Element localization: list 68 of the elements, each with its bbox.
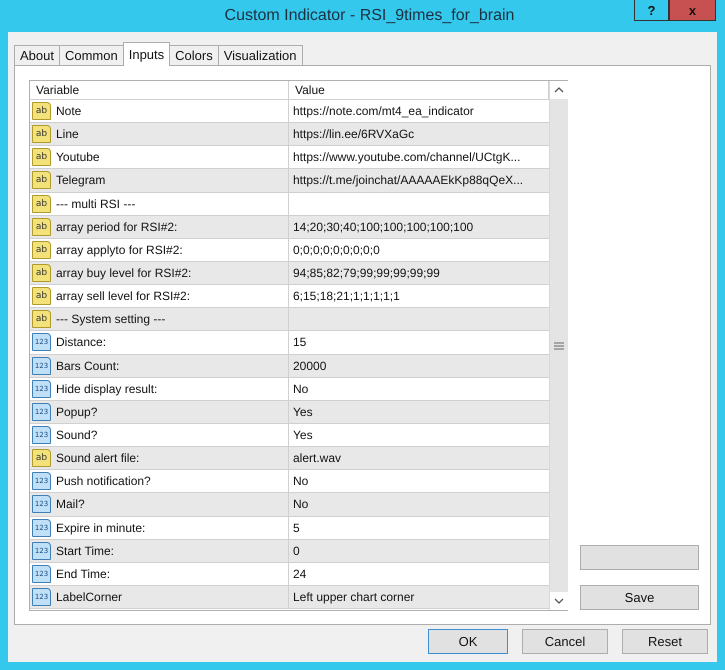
variable-name: array buy level for RSI#2: xyxy=(56,266,192,280)
help-button[interactable]: ? xyxy=(634,0,669,21)
variable-name: --- multi RSI --- xyxy=(56,196,136,211)
column-header[interactable]: Variable xyxy=(30,81,289,99)
text-type-icon: ab xyxy=(32,125,51,144)
variable-name: Bars Count: xyxy=(56,358,120,373)
value-cell[interactable]: 0;0;0;0;0;0;0;0;0 xyxy=(289,238,549,261)
text-type-icon: ab xyxy=(32,240,51,259)
text-type-icon: ab xyxy=(32,148,51,166)
variable-name: End Time: xyxy=(56,566,110,581)
value-cell[interactable]: No xyxy=(289,470,549,492)
variable-name: Start Time: xyxy=(56,544,114,558)
dialog-button[interactable]: OK xyxy=(428,629,508,654)
variable-name: Telegram xyxy=(56,173,106,188)
text-type-icon: ab xyxy=(32,171,51,190)
value-cell[interactable]: 6;15;18;21;1;1;1;1;1 xyxy=(289,285,549,308)
variable-name: LabelCorner xyxy=(56,590,122,604)
value-cell[interactable]: 14;20;30;40;100;100;100;100;100 xyxy=(289,216,549,238)
tab[interactable]: About xyxy=(14,45,60,66)
tab[interactable]: Visualization xyxy=(218,45,302,66)
variable-name: Mail? xyxy=(56,497,85,512)
variable-name: Push notification? xyxy=(56,474,151,488)
variable-name: Line xyxy=(56,127,79,142)
window-title: Custom Indicator - RSI_9times_for_brain xyxy=(224,7,514,25)
value-cell[interactable]: 5 xyxy=(289,516,549,539)
text-type-icon: ab xyxy=(32,102,51,120)
variable-name: Note xyxy=(56,104,82,118)
variable-name: Sound alert file: xyxy=(56,451,140,466)
text-type-icon: ab xyxy=(32,218,51,236)
variable-name: array period for RSI#2: xyxy=(56,220,178,234)
value-cell[interactable]: 24 xyxy=(289,562,549,585)
text-type-icon: ab xyxy=(32,449,51,468)
value-cell[interactable]: 0 xyxy=(289,540,549,562)
value-cell[interactable]: 20000 xyxy=(289,354,549,377)
variable-name: Youtube xyxy=(56,150,100,164)
value-cell[interactable]: Yes xyxy=(289,400,549,423)
value-cell[interactable]: alert.wav xyxy=(289,447,549,470)
variable-name: Popup? xyxy=(56,404,98,419)
value-cell[interactable]: https://t.me/joinchat/AAAAAEkKp88qQeX... xyxy=(289,169,549,192)
value-cell[interactable]: https://www.youtube.com/channel/UCtgK... xyxy=(289,146,549,168)
close-button[interactable]: x xyxy=(669,0,716,21)
variable-name: --- System setting --- xyxy=(56,312,166,326)
variable-name: array sell level for RSI#2: xyxy=(56,289,190,304)
text-type-icon: ab xyxy=(32,287,51,306)
grip-icon xyxy=(554,342,564,350)
value-cell[interactable]: No xyxy=(289,493,549,516)
scrollbar[interactable] xyxy=(549,81,568,610)
value-cell[interactable]: 15 xyxy=(289,331,549,354)
variable-name: Distance: xyxy=(56,335,106,350)
text-type-icon: ab xyxy=(32,310,51,328)
value-cell[interactable]: 94;85;82;79;99;99;99;99;99 xyxy=(289,262,549,284)
variable-name: array applyto for RSI#2: xyxy=(56,242,183,257)
value-cell[interactable]: No xyxy=(289,378,549,400)
dialog-button[interactable]: Cancel xyxy=(522,629,608,654)
text-type-icon: ab xyxy=(32,194,51,213)
value-cell[interactable]: https://lin.ee/6RVXaGc xyxy=(289,123,549,146)
text-type-icon: ab xyxy=(32,264,51,282)
save-button[interactable]: Save xyxy=(580,585,699,610)
dialog-button[interactable]: Reset xyxy=(622,629,708,654)
variable-name: Hide display result: xyxy=(56,382,158,396)
variable-name: Expire in minute: xyxy=(56,520,146,535)
value-cell[interactable]: Yes xyxy=(289,424,549,446)
scroll-up-button[interactable] xyxy=(550,81,568,99)
tab[interactable]: Inputs xyxy=(122,42,170,66)
value-cell[interactable]: https://note.com/mt4_ea_indicator xyxy=(289,100,549,122)
scroll-down-button[interactable] xyxy=(550,592,568,610)
variable-name: Sound? xyxy=(56,428,98,442)
value-cell[interactable]: Left upper chart corner xyxy=(289,586,549,608)
